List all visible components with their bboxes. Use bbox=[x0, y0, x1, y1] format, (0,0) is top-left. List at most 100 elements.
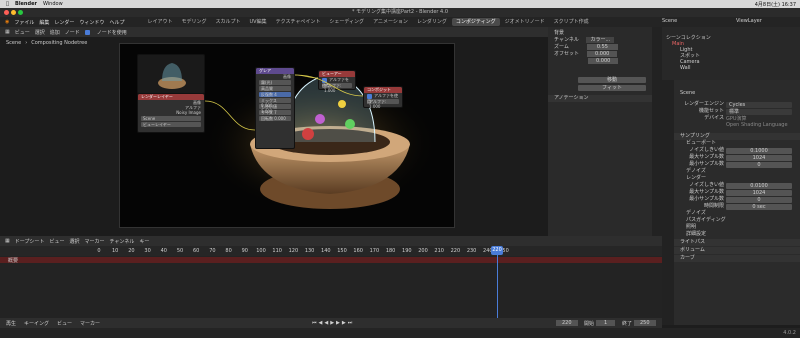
frame-tick: 200 bbox=[418, 248, 428, 254]
lights-subpanel[interactable]: 照明 bbox=[674, 224, 800, 231]
max-samples-label: 最大サンプル数 bbox=[689, 154, 724, 160]
frame-tick: 20 bbox=[128, 248, 135, 254]
scene-selector[interactable]: Scene bbox=[662, 18, 677, 24]
min-samples-label: 最小サンプル数 bbox=[689, 196, 724, 202]
channels-select[interactable]: カラー... bbox=[586, 37, 615, 43]
properties-editor: Scene レンダーエンジン Cycles 機能セット 標準 デバイス GPU演算 O… bbox=[674, 80, 800, 325]
view-menu[interactable]: ビュー bbox=[57, 320, 72, 327]
menu-view[interactable]: ビュー bbox=[49, 238, 64, 245]
volumes-panel[interactable]: ボリューム bbox=[674, 247, 800, 254]
vp-min-samples-field[interactable]: 0 bbox=[726, 161, 792, 168]
transport-controls[interactable]: ⏮◀◀▶▶▶⏭ bbox=[312, 320, 354, 326]
advanced-subpanel[interactable]: 詳細設定 bbox=[674, 231, 800, 238]
frame-tick: 70 bbox=[209, 248, 216, 254]
properties-tabs[interactable] bbox=[662, 80, 674, 325]
frame-tick: 60 bbox=[193, 248, 200, 254]
sidebar-tabs[interactable] bbox=[652, 27, 662, 236]
offset-y-field[interactable]: 0.000 bbox=[588, 58, 619, 64]
frame-tick: 130 bbox=[304, 248, 315, 254]
frame-tick: 190 bbox=[402, 248, 412, 254]
osl-checkbox[interactable]: Open Shading Language bbox=[674, 122, 800, 129]
vp-noise-threshold-row[interactable]: ノイズしきい値 0.1000 bbox=[674, 147, 800, 154]
menu-marker[interactable]: マーカー bbox=[84, 238, 104, 245]
current-frame-indicator[interactable]: 220 bbox=[491, 246, 503, 255]
dopesheet-header: ▦ ドープシート ビュー 選択 マーカー チャンネル キー bbox=[0, 236, 662, 246]
frame-tick: 170 bbox=[369, 248, 380, 254]
channels-row[interactable]: チャンネル カラー... bbox=[548, 37, 652, 44]
r-noise-threshold-field[interactable]: 0.0100 bbox=[726, 182, 792, 189]
frame-tick: 80 bbox=[225, 248, 232, 254]
menu-key[interactable]: キー bbox=[139, 238, 149, 245]
node-links bbox=[204, 74, 364, 131]
outliner-item-wall[interactable]: Wall bbox=[662, 65, 800, 71]
zoom-field[interactable]: 0.55 bbox=[586, 44, 618, 50]
feature-set-label: 機能セット bbox=[698, 108, 724, 114]
zoom-label: ズーム bbox=[554, 44, 569, 50]
vp-noise-threshold-field[interactable]: 0.1000 bbox=[726, 147, 792, 154]
feature-set-row[interactable]: 機能セット 標準 bbox=[674, 108, 800, 115]
time-limit-field[interactable]: 0 sec bbox=[726, 203, 792, 210]
node-editor-sidebar: 背景 チャンネル カラー... ズーム 0.55 オフセット 0.000 0.000… bbox=[548, 27, 652, 236]
curves-panel[interactable]: カーブ bbox=[674, 255, 800, 262]
r-noise-threshold-row[interactable]: ノイズしきい値 0.0100 bbox=[674, 182, 800, 189]
device-select[interactable]: GPU演算 bbox=[726, 116, 792, 122]
annotation-panel-header[interactable]: アノテーション bbox=[548, 95, 652, 102]
frame-tick: 40 bbox=[160, 248, 167, 254]
start-field[interactable]: 1 bbox=[596, 320, 616, 326]
playhead[interactable] bbox=[497, 246, 498, 318]
sampling-panel[interactable]: サンプリング bbox=[674, 133, 800, 140]
frame-tick: 10 bbox=[112, 248, 119, 254]
render-engine-label: レンダーエンジン bbox=[683, 101, 724, 107]
summary-label: 概要 bbox=[8, 258, 19, 264]
noise-threshold-label: ノイズしきい値 bbox=[689, 147, 724, 153]
keying-menu[interactable]: キーイング bbox=[24, 320, 49, 327]
viewport-subpanel[interactable]: ビューポート bbox=[674, 140, 800, 147]
workspace-tab-scripting[interactable]: スクリプト作成 bbox=[550, 18, 593, 26]
move-button[interactable]: 移動 bbox=[578, 77, 646, 83]
device-label: デバイス bbox=[704, 115, 724, 121]
offset-x-field[interactable]: 0.000 bbox=[587, 51, 618, 57]
frame-tick: 150 bbox=[337, 248, 347, 254]
vp-denoise-subpanel[interactable]: デノイズ bbox=[674, 168, 800, 175]
device-row[interactable]: デバイス GPU演算 bbox=[674, 115, 800, 122]
vp-min-samples-row[interactable]: 最小サンプル数 0 bbox=[674, 161, 800, 168]
frame-tick: 140 bbox=[321, 248, 331, 254]
vp-max-samples-field[interactable]: 1024 bbox=[726, 154, 792, 161]
annotation-label: アノテーション bbox=[554, 95, 589, 101]
vp-max-samples-row[interactable]: 最大サンプル数 1024 bbox=[674, 154, 800, 161]
fit-button[interactable]: フィット bbox=[578, 85, 646, 91]
offset-y-row[interactable]: 0.000 bbox=[548, 58, 652, 65]
frame-field[interactable]: 220 bbox=[556, 320, 578, 326]
r-max-samples-row[interactable]: 最大サンプル数 1024 bbox=[674, 189, 800, 196]
frame-tick: 0 bbox=[97, 248, 101, 254]
offset-label: オフセット bbox=[554, 51, 580, 57]
zoom-row[interactable]: ズーム 0.55 bbox=[548, 44, 652, 51]
r-min-samples-field[interactable]: 0 bbox=[726, 196, 792, 203]
marker-menu[interactable]: マーカー bbox=[80, 320, 100, 327]
mode-select[interactable]: ドープシート bbox=[15, 238, 45, 245]
menu-channel[interactable]: チャンネル bbox=[109, 238, 134, 245]
render-engine-select[interactable]: Cycles bbox=[726, 101, 792, 108]
time-limit-row[interactable]: 時間制限 0 sec bbox=[674, 203, 800, 210]
summary-channel[interactable]: 概要 bbox=[0, 257, 662, 264]
light-paths-panel[interactable]: ライトパス bbox=[674, 239, 800, 246]
feature-set-select[interactable]: 標準 bbox=[726, 108, 792, 115]
path-guiding-subpanel[interactable]: パスガイディング bbox=[674, 217, 800, 224]
r-max-samples-field[interactable]: 1024 bbox=[726, 189, 792, 196]
offset-x-row[interactable]: オフセット 0.000 bbox=[548, 51, 652, 58]
end-field[interactable]: 250 bbox=[634, 320, 656, 326]
backdrop-label: 背景 bbox=[554, 30, 565, 36]
render-subpanel[interactable]: レンダー bbox=[674, 175, 800, 182]
render-engine-row[interactable]: レンダーエンジン Cycles bbox=[674, 101, 800, 108]
denoise-subpanel[interactable]: デノイズ bbox=[674, 210, 800, 217]
min-samples-label: 最小サンプル数 bbox=[689, 161, 724, 167]
view-layer-selector[interactable]: ViewLayer bbox=[736, 18, 762, 24]
dopesheet-area[interactable] bbox=[0, 256, 662, 318]
editor-type-icon[interactable]: ▦ bbox=[5, 238, 10, 244]
frame-ruler[interactable]: 0 10 20 30 40 50 60 70 80 90 100 110 120 130 140 150 160… bbox=[0, 246, 662, 256]
backdrop-panel-header[interactable]: 背景 bbox=[548, 30, 652, 37]
playback-menu[interactable]: 再生 bbox=[6, 320, 16, 327]
frame-tick: 100 bbox=[256, 248, 266, 254]
menu-select[interactable]: 選択 bbox=[69, 238, 79, 245]
r-min-samples-row[interactable]: 最小サンプル数 0 bbox=[674, 196, 800, 203]
